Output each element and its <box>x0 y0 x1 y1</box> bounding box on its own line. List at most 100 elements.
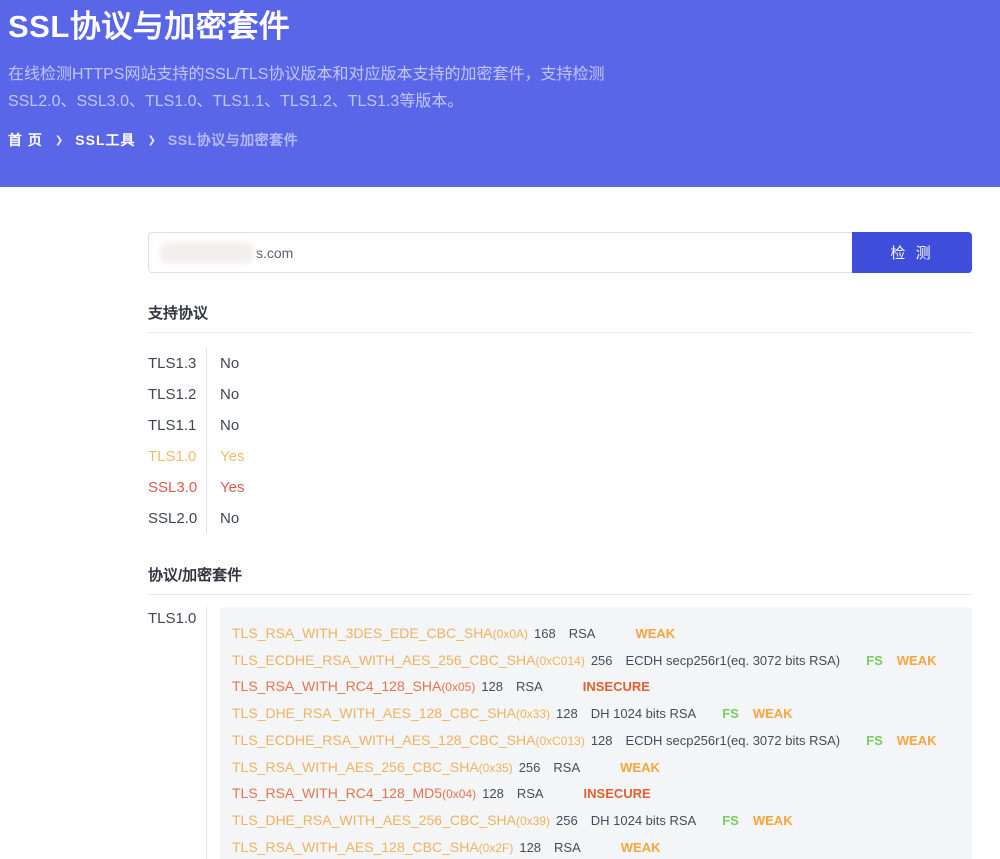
cipher-suite-name-text: TLS_RSA_WITH_RC4_128_SHA <box>232 678 441 694</box>
cipher-suite-name-text: TLS_RSA_WITH_AES_128_CBC_SHA <box>232 839 479 855</box>
cipher-suites-heading: 协议/加密套件 <box>148 566 972 595</box>
breadcrumb-link[interactable]: 首 页 <box>8 130 43 150</box>
protocol-row: SSL3.0 Yes <box>148 472 972 503</box>
cipher-suite-name: TLS_RSA_WITH_AES_128_CBC_SHA(0x2F) <box>232 839 513 855</box>
protocol-row: TLS1.1 No <box>148 410 972 441</box>
cipher-hex-code: (0x39) <box>516 814 550 828</box>
protocol-list: TLS1.3 No TLS1.2 No TLS1.1 No TLS1.0 Yes… <box>148 348 972 534</box>
cipher-key-bits: 128 <box>519 840 541 855</box>
cipher-key-bits: 128 <box>482 786 504 801</box>
cipher-key-bits: 256 <box>519 760 541 775</box>
page-description-line2: SSL2.0、SSL3.0、TLS1.0、TLS1.1、TLS1.2、TLS1.… <box>8 93 463 110</box>
protocol-row: TLS1.0 Yes <box>148 441 972 472</box>
cipher-key-exchange: ECDH secp256r1(eq. 3072 bits RSA) <box>626 653 841 668</box>
cipher-suite-row: TLS_DHE_RSA_WITH_AES_128_CBC_SHA(0x33) 12… <box>232 701 960 728</box>
cipher-suite-name-text: TLS_RSA_WITH_RC4_128_MD5 <box>232 785 442 801</box>
cipher-key-exchange: DH 1024 bits RSA <box>591 813 697 828</box>
cipher-key-exchange: RSA <box>516 679 543 694</box>
chevron-right-icon: ❯ <box>148 135 156 146</box>
page-description-line1: 在线检测HTTPS网站支持的SSL/TLS协议版本和对应版本支持的加密套件，支持… <box>8 66 604 83</box>
cipher-suite-name: TLS_DHE_RSA_WITH_AES_128_CBC_SHA(0x33) <box>232 705 550 721</box>
fs-badge: FS <box>722 706 739 721</box>
protocol-row: TLS1.2 No <box>148 379 972 410</box>
detect-button[interactable]: 检 测 <box>852 232 972 273</box>
protocol-name: TLS1.1 <box>148 410 207 441</box>
main-content: s.com 检 测 支持协议 TLS1.3 No TLS1.2 No TLS1.… <box>0 232 1000 859</box>
cipher-suite-panel: TLS_RSA_WITH_3DES_EDE_CBC_SHA(0x0A) 168 RS… <box>220 607 972 859</box>
breadcrumb-item: 首 页 ❯ <box>8 130 75 150</box>
cipher-key-bits: 256 <box>591 653 613 668</box>
status-badge: WEAK <box>753 813 793 828</box>
cipher-hex-code: (0x04) <box>442 787 476 801</box>
protocol-name: SSL3.0 <box>148 472 207 503</box>
cipher-hex-code: (0x2F) <box>479 841 514 855</box>
cipher-key-exchange: ECDH secp256r1(eq. 3072 bits RSA) <box>626 733 841 748</box>
cipher-hex-code: (0x33) <box>516 707 550 721</box>
cipher-key-bits: 128 <box>481 679 503 694</box>
protocol-supported-value: Yes <box>207 472 244 503</box>
fs-badge: FS <box>722 813 739 828</box>
page-title: SSL协议与加密套件 <box>8 6 992 48</box>
protocol-supported-value: No <box>207 503 239 534</box>
fs-badge: FS <box>866 653 883 668</box>
cipher-suite-name: TLS_ECDHE_RSA_WITH_AES_128_CBC_SHA(0xC01… <box>232 732 585 748</box>
cipher-suite-name-text: TLS_ECDHE_RSA_WITH_AES_256_CBC_SHA <box>232 652 535 668</box>
cipher-suite-row: TLS_RSA_WITH_RC4_128_MD5(0x04) 128 RSA INSE… <box>232 781 960 808</box>
protocol-name: TLS1.2 <box>148 379 207 410</box>
protocol-supported-value: No <box>207 348 239 379</box>
protocol-name: TLS1.0 <box>148 441 207 472</box>
cipher-suite-name-text: TLS_DHE_RSA_WITH_AES_128_CBC_SHA <box>232 705 516 721</box>
cipher-suite-name-text: TLS_RSA_WITH_3DES_EDE_CBC_SHA <box>232 625 493 641</box>
breadcrumb-link[interactable]: SSL工具 <box>75 130 135 150</box>
breadcrumb: 首 页 ❯ SSL工具 ❯ SSL协议与加密套件 ❯ <box>8 130 992 150</box>
cipher-key-exchange: RSA <box>517 786 544 801</box>
protocol-supported-value: No <box>207 410 239 441</box>
cipher-suite-name: TLS_RSA_WITH_3DES_EDE_CBC_SHA(0x0A) <box>232 625 528 641</box>
status-badge: WEAK <box>621 840 661 855</box>
status-badge: INSECURE <box>584 786 651 801</box>
protocol-supported-value: No <box>207 379 239 410</box>
cipher-key-bits: 168 <box>534 626 556 641</box>
protocol-row: SSL2.0 No <box>148 503 972 534</box>
cipher-suite-row: TLS_DHE_RSA_WITH_AES_256_CBC_SHA(0x39) 25… <box>232 808 960 835</box>
domain-input[interactable]: s.com <box>148 232 852 273</box>
status-badge: WEAK <box>635 626 675 641</box>
cipher-suite-name: TLS_RSA_WITH_AES_256_CBC_SHA(0x35) <box>232 759 513 775</box>
page-header: SSL协议与加密套件 在线检测HTTPS网站支持的SSL/TLS协议版本和对应版… <box>0 0 1000 187</box>
cipher-key-bits: 256 <box>556 813 578 828</box>
status-badge: WEAK <box>620 760 660 775</box>
cipher-key-exchange: DH 1024 bits RSA <box>591 706 697 721</box>
chevron-right-icon: ❯ <box>55 135 63 146</box>
cipher-suite-name-text: TLS_ECDHE_RSA_WITH_AES_128_CBC_SHA <box>232 732 535 748</box>
protocol-supported-value: Yes <box>207 441 244 472</box>
cipher-suite-row: TLS_RSA_WITH_3DES_EDE_CBC_SHA(0x0A) 168 RS… <box>232 621 960 648</box>
protocol-row: TLS1.3 No <box>148 348 972 379</box>
fs-badge: FS <box>866 733 883 748</box>
protocol-name: TLS1.3 <box>148 348 207 379</box>
cipher-suite-name-text: TLS_RSA_WITH_AES_256_CBC_SHA <box>232 759 479 775</box>
cipher-key-bits: 128 <box>556 706 578 721</box>
cipher-hex-code: (0x35) <box>479 761 513 775</box>
cipher-suite-name: TLS_ECDHE_RSA_WITH_AES_256_CBC_SHA(0xC01… <box>232 652 585 668</box>
cipher-hex-code: (0x05) <box>441 680 475 694</box>
cipher-suite-name: TLS_RSA_WITH_RC4_128_SHA(0x05) <box>232 678 475 694</box>
breadcrumb-item: SSL工具 ❯ <box>75 130 168 150</box>
cipher-suite-row: TLS_RSA_WITH_AES_128_CBC_SHA(0x2F) 128 RSA… <box>232 835 960 859</box>
domain-suffix-text: s.com <box>256 245 293 261</box>
redacted-domain-blur <box>159 242 255 264</box>
cipher-hex-code: (0xC013) <box>535 734 584 748</box>
status-badge: WEAK <box>897 653 937 668</box>
cipher-suite-name: TLS_DHE_RSA_WITH_AES_256_CBC_SHA(0x39) <box>232 812 550 828</box>
cipher-hex-code: (0xC014) <box>535 654 584 668</box>
supported-protocols-heading: 支持协议 <box>148 304 972 333</box>
page-description: 在线检测HTTPS网站支持的SSL/TLS协议版本和对应版本支持的加密套件，支持… <box>8 61 992 115</box>
cipher-key-exchange: RSA <box>554 840 581 855</box>
status-badge: INSECURE <box>583 679 650 694</box>
cipher-suite-row: TLS_ECDHE_RSA_WITH_AES_256_CBC_SHA(0xC01… <box>232 648 960 675</box>
cipher-key-exchange: RSA <box>569 626 596 641</box>
status-badge: WEAK <box>753 706 793 721</box>
cipher-suite-row: TLS_RSA_WITH_RC4_128_SHA(0x05) 128 RSA INSE… <box>232 674 960 701</box>
cipher-suite-name-text: TLS_DHE_RSA_WITH_AES_256_CBC_SHA <box>232 812 516 828</box>
cipher-key-bits: 128 <box>591 733 613 748</box>
cipher-suites-section: TLS1.0 TLS_RSA_WITH_3DES_EDE_CBC_SHA(0x0… <box>148 607 972 859</box>
